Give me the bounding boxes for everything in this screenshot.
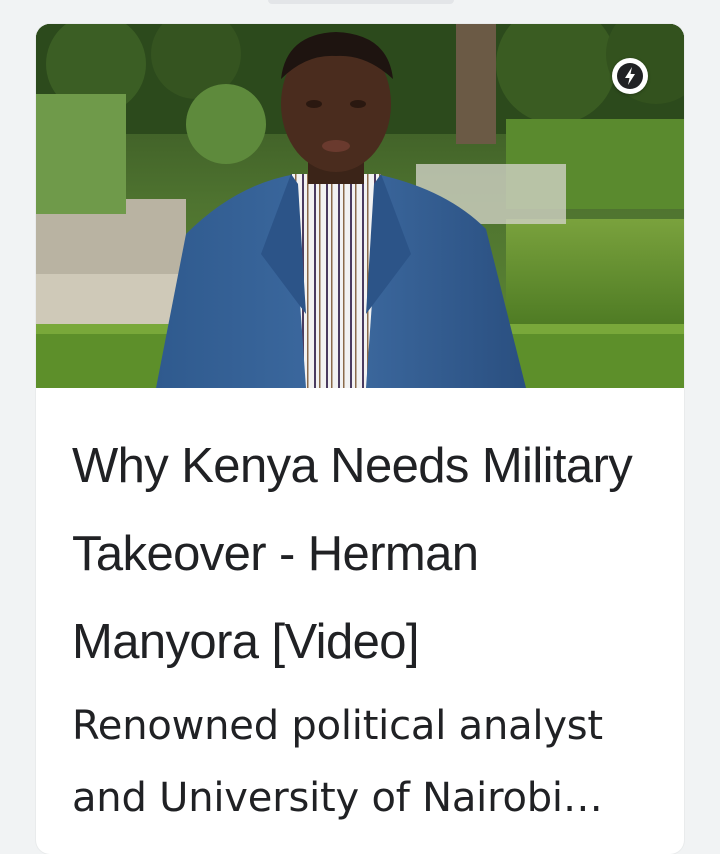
article-card[interactable]: Why Kenya Needs Military Takeover - Herm…	[36, 24, 684, 854]
amp-lightning-icon[interactable]	[612, 58, 648, 94]
top-handle	[268, 0, 454, 4]
thumbnail-photo	[36, 24, 684, 388]
article-title[interactable]: Why Kenya Needs Military Takeover - Herm…	[72, 422, 662, 686]
article-thumbnail[interactable]	[36, 24, 684, 388]
lightning-bolt-icon	[617, 63, 643, 89]
article-snippet: Renowned political analyst and Universit…	[72, 703, 603, 821]
